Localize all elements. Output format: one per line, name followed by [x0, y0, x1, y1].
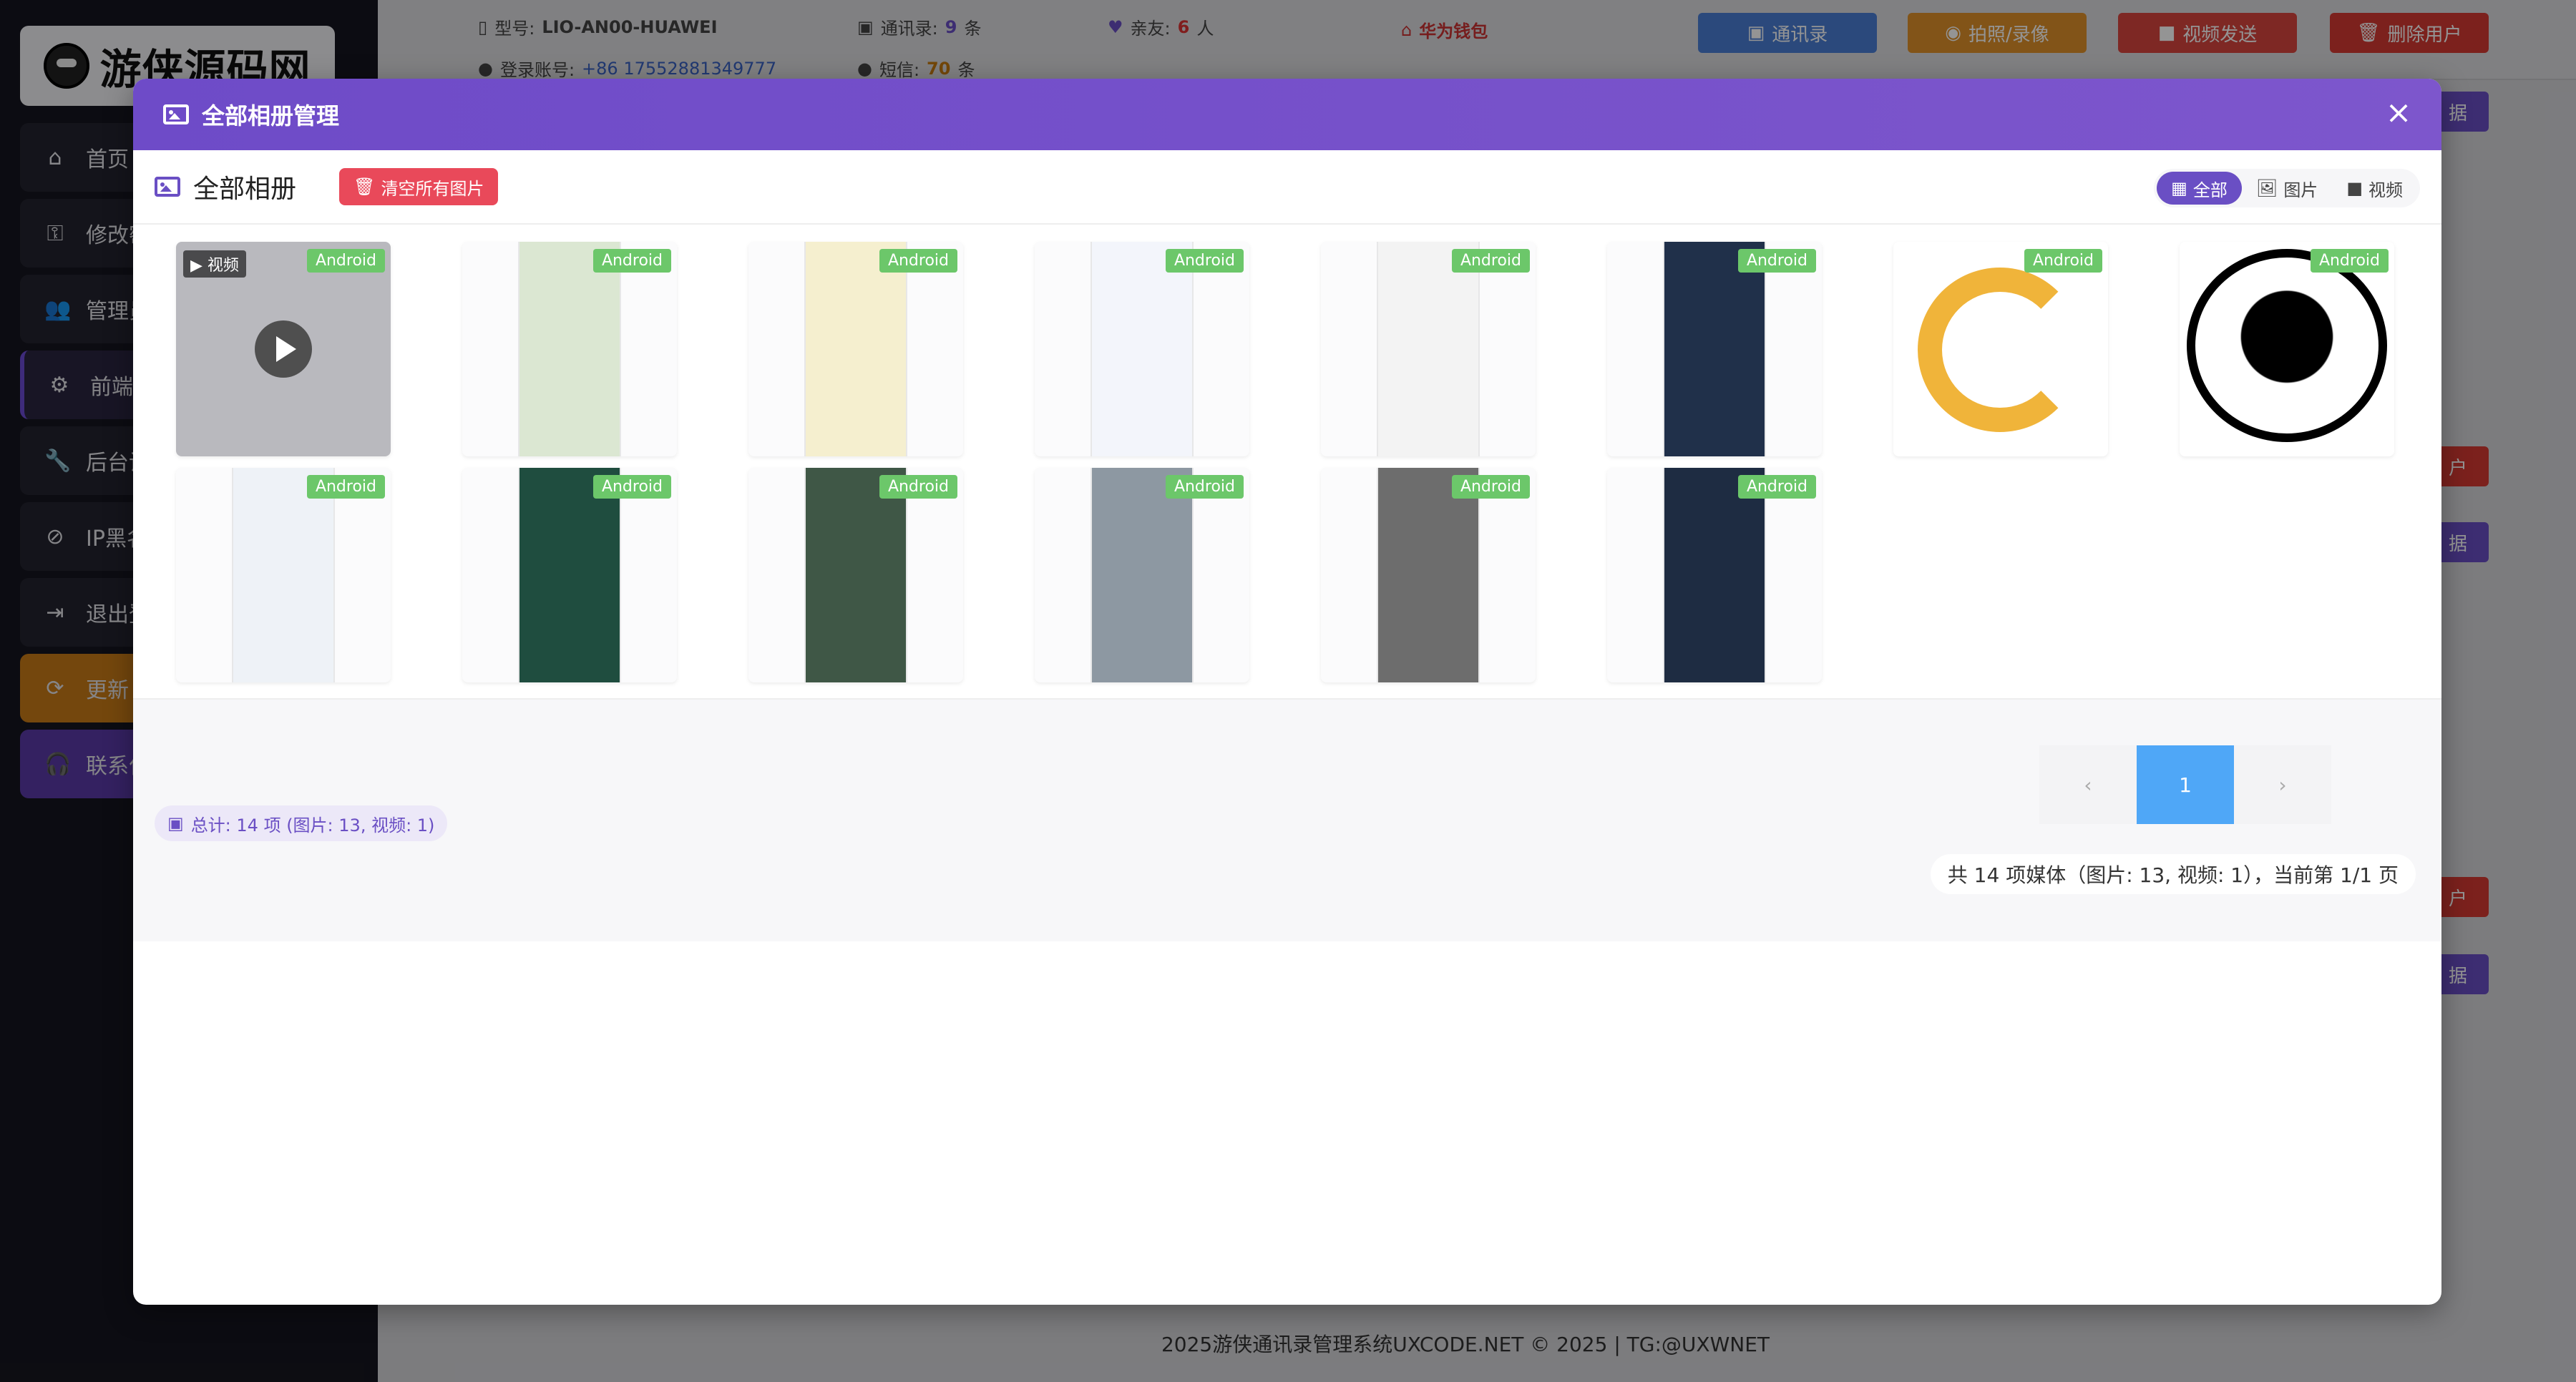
media-filter: ▦ 全部 🖼 图片 ■ 视频 [2154, 169, 2420, 207]
clear-all-images-label: 清空所有图片 [381, 178, 484, 199]
image-tile[interactable]: Android [748, 242, 963, 456]
hacker-avatar-icon [2187, 249, 2387, 442]
next-page-button[interactable]: › [2234, 745, 2331, 824]
modal-header: 全部相册管理 × [133, 79, 2441, 150]
image-icon: ▣ [167, 813, 184, 833]
app-window: 游侠源码网 ⌂ 首页 ⚿ 修改密 👥 管理员 ⚙ 前端A 🔧 后台设 ⊘ IP黑名 ⇥ 退出登 ⟳ 更新 🎧 联系… [0, 0, 2576, 1382]
media-thumbnail [1664, 242, 1765, 456]
image-tile[interactable]: Android [748, 468, 963, 682]
clear-all-images-button[interactable]: 🗑 清空所有图片 [339, 168, 499, 205]
media-thumbnail [806, 242, 906, 456]
image-tile[interactable]: Android [1321, 468, 1536, 682]
image-tile[interactable]: Android [1321, 242, 1536, 456]
play-icon[interactable] [255, 320, 312, 378]
album-toolbar: 全部相册 🗑 清空所有图片 ▦ 全部 🖼 图片 ■ 视频 [133, 150, 2441, 225]
media-thumbnail [1092, 468, 1192, 682]
platform-badge: Android [592, 475, 671, 499]
filter-label: 图片 [2283, 180, 2318, 200]
page-summary: 共 14 项媒体（图片: 13, 视频: 1），当前第 1/1 页 [1930, 854, 2416, 894]
filter-grid[interactable]: ▦ 全部 [2157, 172, 2242, 205]
album-title: 全部相册 [193, 175, 297, 204]
album-image-icon [155, 177, 180, 197]
platform-badge: Android [879, 249, 957, 273]
filter-label: 视频 [2368, 180, 2403, 200]
platform-badge: Android [592, 249, 671, 273]
image-tile[interactable]: Android [1035, 468, 1249, 682]
media-thumbnail [519, 468, 620, 682]
filter-image[interactable]: 🖼 图片 [2242, 172, 2332, 205]
video-tag: ▶ 视频 [183, 250, 246, 278]
platform-badge: Android [1737, 475, 1816, 499]
filter-video[interactable]: ■ 视频 [2332, 172, 2417, 205]
media-thumbnail [806, 468, 906, 682]
media-thumbnail [1378, 468, 1478, 682]
image-tile[interactable]: Android [176, 468, 391, 682]
image-tile[interactable]: Android [462, 468, 677, 682]
media-thumbnail [1092, 242, 1192, 456]
media-thumbnail [1378, 242, 1478, 456]
filter-label: 全部 [2192, 180, 2228, 200]
image-tile[interactable]: Android [2180, 242, 2394, 456]
modal-title: 全部相册管理 [202, 102, 340, 129]
video-tile[interactable]: ▶ 视频 Android [176, 242, 391, 456]
image-icon [163, 104, 189, 124]
platform-badge: Android [1165, 475, 1244, 499]
video-icon: ■ [2346, 178, 2363, 198]
platform-badge: Android [2024, 249, 2102, 273]
image-tile[interactable]: Android [462, 242, 677, 456]
album-modal: 全部相册管理 × 全部相册 🗑 清空所有图片 ▦ 全部 🖼 图片 ■ 视频 ▶ 视频 And… [133, 79, 2441, 1305]
image-tile[interactable]: Android [1035, 242, 1249, 456]
media-thumbnail [233, 468, 333, 682]
modal-footer-area: ‹ 1 › ▣ 总计: 14 项 (图片: 13, 视频: 1) 共 14 项媒… [133, 698, 2441, 941]
image-tile[interactable]: Android [1607, 242, 1822, 456]
platform-badge: Android [1737, 249, 1816, 273]
platform-badge: Android [306, 475, 385, 499]
platform-badge: Android [2310, 249, 2389, 273]
trash-icon: 🗑 [353, 177, 376, 197]
page-1-button[interactable]: 1 [2137, 745, 2234, 824]
platform-badge: Android [879, 475, 957, 499]
prev-page-button[interactable]: ‹ [2039, 745, 2137, 824]
pagination: ‹ 1 › [2039, 745, 2331, 824]
platform-badge: Android [1451, 249, 1530, 273]
image-tile[interactable]: Android [1607, 468, 1822, 682]
image-tile[interactable]: Android [1893, 242, 2108, 456]
platform-badge: Android [306, 249, 385, 273]
close-icon[interactable]: × [2383, 97, 2414, 130]
grid-icon: ▦ [2171, 178, 2187, 198]
lightning-logo-icon [1918, 268, 2082, 432]
platform-badge: Android [1165, 249, 1244, 273]
total-count-chip: ▣ 总计: 14 项 (图片: 13, 视频: 1) [155, 805, 448, 841]
media-thumbnail [519, 242, 620, 456]
image-icon: 🖼 [2255, 178, 2278, 198]
total-count-text: 总计: 14 项 (图片: 13, 视频: 1) [190, 815, 435, 835]
media-thumbnail [1664, 468, 1765, 682]
platform-badge: Android [1451, 475, 1530, 499]
